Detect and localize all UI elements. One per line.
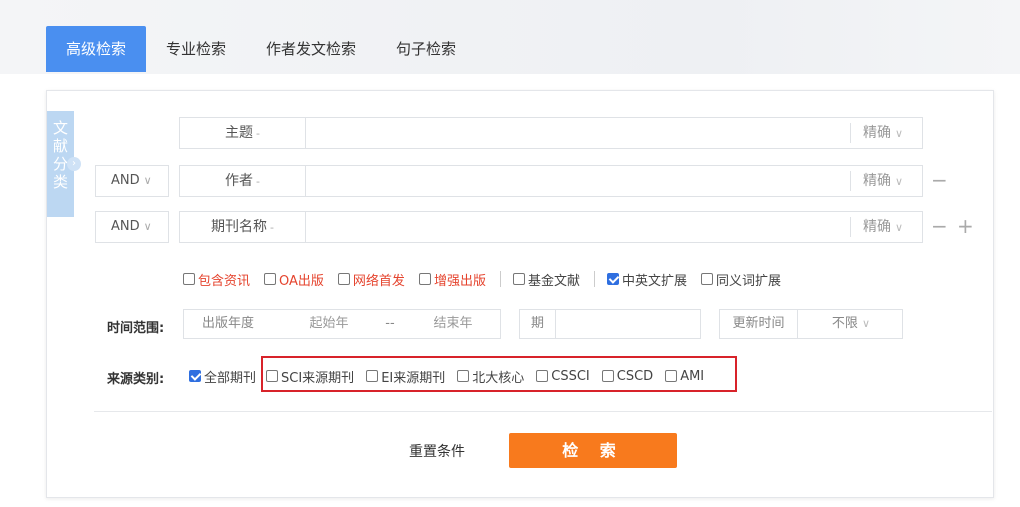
tab-sentence-search[interactable]: 句子检索: [376, 26, 476, 72]
option-fund-literature[interactable]: 基金文献: [512, 270, 580, 289]
option-cn-en-expand[interactable]: 中英文扩展: [606, 270, 687, 289]
divider: [593, 271, 595, 287]
search-row-journal: 期刊名称 - 精确 ∨: [179, 211, 923, 243]
field-select-author[interactable]: 作者 -: [180, 166, 306, 196]
chevron-down-icon: ∨: [895, 175, 904, 188]
logic-label: AND: [111, 219, 140, 234]
checkbox[interactable]: [418, 273, 431, 285]
range-dash: --: [385, 316, 395, 331]
search-row-author: 作者 - 精确 ∨: [179, 165, 923, 197]
option-enhanced-publish[interactable]: 增强出版: [418, 270, 486, 289]
field-label: 期刊名称: [211, 219, 267, 235]
field-label: 作者: [225, 173, 253, 189]
checkbox[interactable]: [264, 273, 277, 285]
option-label: OA出版: [279, 273, 324, 289]
highlight-box: [261, 356, 737, 392]
side-tag-char: 献: [52, 137, 68, 155]
source-type-label: 来源类别:: [107, 372, 165, 387]
field-dropdown-icon: -: [256, 127, 260, 140]
checkbox[interactable]: [183, 273, 195, 285]
field-dropdown-icon: -: [256, 175, 260, 188]
tab-author-search[interactable]: 作者发文检索: [246, 26, 376, 72]
search-input-journal[interactable]: [307, 212, 847, 242]
tab-advanced-search[interactable]: 高级检索: [46, 26, 147, 72]
checkbox[interactable]: [700, 273, 713, 285]
end-year-input[interactable]: 结束年: [408, 310, 498, 338]
divider: [499, 271, 501, 287]
search-panel: 文 献 分 类 › 主题 - 精确 ∨ AND ∨ 作者 - 精确 ∨ − AND ∨ 期刊…: [46, 90, 994, 498]
remove-row-button[interactable]: −: [931, 170, 948, 190]
side-tag-char: 文: [52, 119, 68, 137]
option-include-news[interactable]: 包含资讯: [183, 270, 250, 289]
side-tag-char: 类: [52, 173, 68, 191]
divider: [94, 411, 992, 412]
chevron-down-icon: ∨: [895, 127, 904, 140]
search-button[interactable]: 检 索: [509, 433, 677, 468]
update-time-select[interactable]: 更新时间 不限 ∨: [719, 309, 903, 339]
logic-select-journal[interactable]: AND ∨: [95, 211, 169, 243]
field-dropdown-icon: -: [270, 221, 274, 234]
search-options: 包含资讯 OA出版 网络首发 增强出版 基金文献 中英文扩展 同义词扩展: [183, 269, 795, 289]
checkbox[interactable]: [512, 273, 525, 285]
option-label: 同义词扩展: [715, 273, 781, 289]
option-synonym-expand[interactable]: 同义词扩展: [700, 270, 781, 289]
match-select-journal[interactable]: 精确 ∨: [850, 217, 922, 237]
match-select-author[interactable]: 精确 ∨: [850, 171, 922, 191]
source-all-journals[interactable]: 全部期刊: [189, 367, 256, 386]
option-oa-publish[interactable]: OA出版: [264, 270, 324, 289]
update-time-value: 不限 ∨: [806, 310, 896, 338]
option-online-first[interactable]: 网络首发: [337, 270, 405, 289]
field-select-subject[interactable]: 主题 -: [180, 118, 306, 148]
checkbox[interactable]: [337, 273, 350, 285]
issue-label: 期: [520, 310, 556, 338]
option-label: 包含资讯: [198, 273, 251, 289]
reset-conditions-button[interactable]: 重置条件: [409, 441, 465, 461]
search-tabs: 高级检索 专业检索 作者发文检索 句子检索: [46, 26, 476, 72]
match-label: 精确: [863, 219, 891, 235]
chevron-down-icon: ∨: [143, 174, 152, 187]
logic-select-author[interactable]: AND ∨: [95, 165, 169, 197]
checkbox-checked[interactable]: [189, 370, 201, 382]
chevron-down-icon: ∨: [895, 221, 904, 234]
remove-row-button[interactable]: −: [931, 216, 948, 236]
search-row-subject: 主题 - 精确 ∨: [179, 117, 923, 149]
option-label: 增强出版: [433, 273, 486, 289]
tab-professional-search[interactable]: 专业检索: [146, 26, 246, 72]
logic-label: AND: [111, 173, 140, 188]
option-label: 中英文扩展: [621, 273, 687, 289]
match-label: 精确: [863, 173, 891, 189]
search-input-author[interactable]: [307, 166, 847, 196]
option-label: 网络首发: [352, 273, 405, 289]
field-select-journal[interactable]: 期刊名称 -: [180, 212, 306, 242]
update-time-text: 不限: [831, 316, 858, 331]
checkbox-checked[interactable]: [606, 273, 619, 285]
issue-input[interactable]: 期: [519, 309, 701, 339]
match-label: 精确: [863, 125, 891, 141]
field-label: 主题: [225, 125, 253, 141]
chevron-right-icon[interactable]: ›: [67, 157, 81, 171]
search-input-subject[interactable]: [307, 118, 847, 148]
chevron-down-icon: ∨: [143, 220, 152, 233]
add-row-button[interactable]: +: [957, 216, 974, 236]
time-range-label: 时间范围:: [107, 321, 165, 336]
update-time-label: 更新时间: [720, 310, 798, 338]
match-select-subject[interactable]: 精确 ∨: [850, 123, 922, 143]
option-label: 基金文献: [527, 273, 580, 289]
publish-year-range: 出版年度 起始年 -- 结束年: [183, 309, 501, 339]
option-label: 全部期刊: [204, 370, 257, 386]
start-year-input[interactable]: 起始年: [284, 310, 374, 338]
publish-year-label: 出版年度: [201, 316, 254, 331]
chevron-down-icon: ∨: [862, 317, 871, 330]
